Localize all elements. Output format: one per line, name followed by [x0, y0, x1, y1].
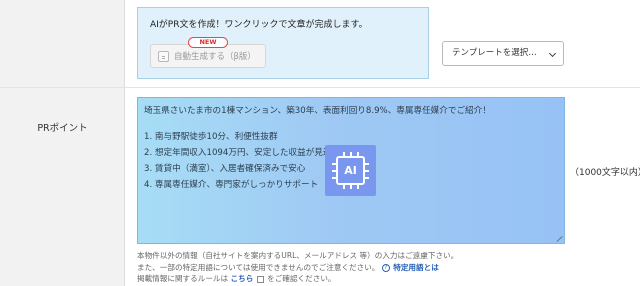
pr-text-line: 1. 南与野駅徒歩10分、利便性抜群 — [144, 132, 278, 142]
chevron-down-icon — [548, 49, 557, 58]
pr-text-line: 3. 賃貸中（満室）、入居者確保済みで安心 — [144, 164, 306, 174]
note-line-1: 本物件以外の情報（自社サイトを案内するURL、メールアドレス 等）の入力はご遠慮… — [137, 251, 459, 260]
ai-prompt-text: AIがPR文を作成！ワンクリックで文章が完成します。 — [150, 20, 368, 30]
label-column: PRポイント — [0, 0, 125, 286]
new-badge: NEW — [188, 37, 228, 48]
pr-text-line: 埼玉県さいたま市の1棟マンション、築30年、表面利回り8.9%、専属専任媒介でご… — [144, 106, 491, 116]
template-select[interactable]: テンプレートを選択… — [442, 41, 564, 66]
specific-terms-link[interactable]: 特定用語とは — [393, 263, 439, 272]
note-line-3: 掲載情報に関するルールは こちら をご確認ください。 — [137, 273, 458, 285]
document-icon — [158, 50, 169, 62]
ai-chip-inner: AI — [332, 152, 369, 189]
char-limit-note: （1000文字以内） — [570, 168, 640, 178]
resize-handle[interactable] — [556, 235, 563, 242]
external-link-icon — [256, 275, 264, 283]
note-line-2-text: また、一部の特定用語については使用できませんのでご注意ください。 — [137, 262, 380, 272]
note-line-3-before: 掲載情報に関するルールは — [137, 274, 229, 283]
row-divider — [0, 87, 640, 88]
note-line-2: また、一部の特定用語については使用できませんのでご注意ください。 ? 特定用語と… — [137, 262, 458, 274]
ai-chip-icon[interactable]: AI — [325, 145, 376, 196]
ai-generate-panel: AIがPR文を作成！ワンクリックで文章が完成します。 自動生成する（β版） NE… — [137, 7, 429, 79]
ai-chip-text: AI — [344, 164, 357, 177]
note-line-3-after: をご確認ください。 — [267, 274, 336, 283]
input-notes: 本物件以外の情報（自社サイトを案内するURL、メールアドレス 等）の入力はご遠慮… — [137, 250, 458, 285]
pr-text-line: 4. 専属専任媒介、専門家がしっかりサポート — [144, 180, 319, 190]
question-circle-icon: ? — [381, 263, 390, 272]
template-select-value: テンプレートを選択… — [452, 48, 537, 58]
auto-generate-label: 自動生成する（β版） — [174, 52, 256, 62]
pr-text-line: 2. 想定年間収入1094万円、安定した収益が見込 — [144, 148, 332, 158]
pr-points-label: PRポイント — [37, 123, 88, 134]
rules-link[interactable]: こちら — [231, 274, 254, 283]
